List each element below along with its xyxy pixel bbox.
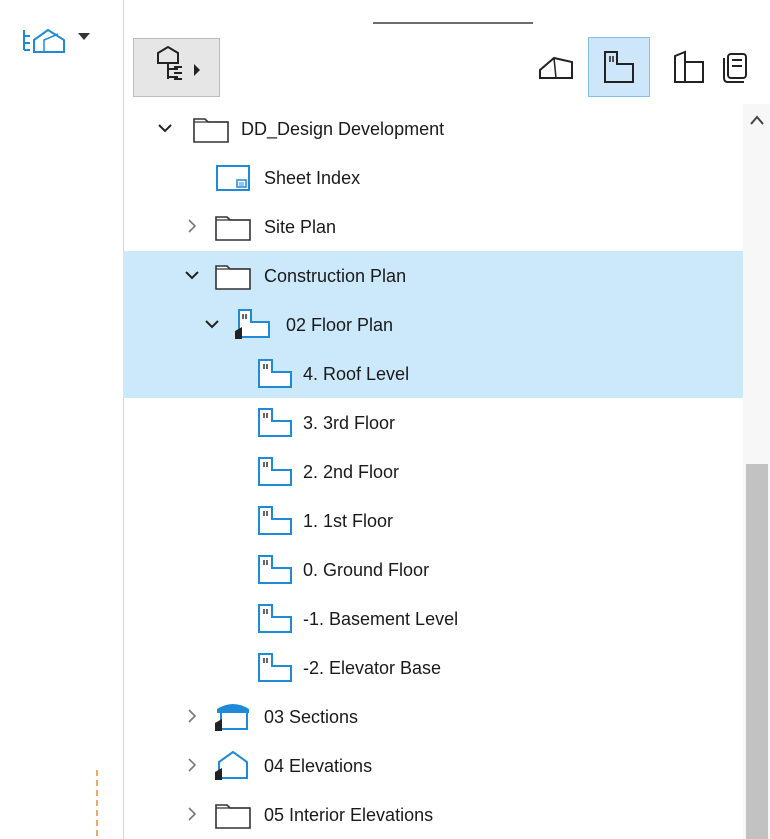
tree-item[interactable]: -1. Basement Level [123, 594, 743, 643]
tree-options-button[interactable] [133, 38, 220, 97]
chevron-down-icon[interactable] [183, 266, 201, 284]
floor-plan-icon [255, 503, 295, 537]
chevron-right-icon[interactable] [183, 217, 201, 235]
elevation-folder-icon [213, 748, 253, 782]
layout-book-view-button[interactable] [658, 37, 720, 97]
chevron-down-icon[interactable] [203, 315, 221, 333]
view-map-icon [604, 51, 634, 83]
folder-icon [213, 797, 253, 831]
tree-item-label: 2. 2nd Floor [303, 462, 400, 482]
tree-item[interactable]: 2. 2nd Floor [123, 447, 743, 496]
navigator-panel: DD_Design Development Sheet Index Site Pla… [123, 0, 770, 839]
scroll-up-arrow-icon[interactable] [749, 114, 765, 126]
left-sidebar [0, 0, 124, 839]
tree-item-label: 05 Interior Elevations [264, 805, 434, 825]
dropdown-arrow-icon [78, 33, 90, 40]
tree-item-label: Site Plan [264, 217, 337, 237]
section-folder-icon [213, 699, 253, 733]
tree-item[interactable]: 4. Roof Level [123, 349, 743, 398]
panel-drag-handle[interactable] [373, 22, 533, 24]
tree-item[interactable]: 3. 3rd Floor [123, 398, 743, 447]
tree-item-label: -2. Elevator Base [303, 658, 442, 678]
tree-item-label: 1. 1st Floor [303, 511, 394, 531]
chevron-right-icon[interactable] [183, 756, 201, 774]
tree-item-label: Sheet Index [264, 168, 361, 188]
tree-item[interactable]: Site Plan [123, 202, 743, 251]
publisher-sets-icon [723, 53, 747, 83]
project-map-icon [539, 56, 573, 79]
layout-book-icon [674, 50, 704, 83]
navigator-switch-button[interactable] [20, 22, 120, 62]
tree-item-label: DD_Design Development [241, 119, 445, 139]
sheet-index-icon [213, 160, 253, 194]
chevron-down-icon[interactable] [156, 119, 174, 137]
scrollbar-thumb[interactable] [746, 464, 768, 839]
tree-item[interactable]: Sheet Index [123, 153, 743, 202]
floor-plan-icon [255, 405, 295, 439]
tree-item[interactable]: 04 Elevations [123, 741, 743, 790]
chevron-right-icon[interactable] [183, 707, 201, 725]
splitter-grip[interactable] [96, 770, 108, 836]
floor-plan-icon [255, 552, 295, 586]
tree-item[interactable]: 02 Floor Plan [123, 300, 743, 349]
tree-item-label: 04 Elevations [264, 756, 373, 776]
tree-item[interactable]: -2. Elevator Base [123, 643, 743, 692]
tree-item-label: 02 Floor Plan [286, 315, 394, 335]
vertical-scrollbar[interactable] [743, 104, 770, 839]
floor-plan-folder-icon [233, 307, 273, 341]
tree-item-label: 4. Roof Level [303, 364, 410, 384]
view-map-view-button[interactable] [588, 37, 650, 97]
publisher-sets-view-button[interactable] [718, 37, 758, 97]
folder-icon [213, 209, 253, 243]
floor-plan-icon [255, 650, 295, 684]
folder-icon [213, 258, 253, 292]
tree-item[interactable]: DD_Design Development [123, 104, 743, 153]
floor-plan-icon [255, 601, 295, 635]
tree-item[interactable]: 1. 1st Floor [123, 496, 743, 545]
tree-item-label: Construction Plan [264, 266, 407, 286]
tree-options-icon [157, 45, 200, 80]
project-map-icon [23, 28, 65, 53]
project-tree: DD_Design Development Sheet Index Site Pla… [123, 104, 743, 839]
project-map-view-button[interactable] [525, 37, 587, 97]
tree-item[interactable]: Construction Plan [123, 251, 743, 300]
tree-item[interactable]: 03 Sections [123, 692, 743, 741]
tree-item-label: 03 Sections [264, 707, 359, 727]
folder-icon [191, 111, 231, 145]
tree-item[interactable]: 0. Ground Floor [123, 545, 743, 594]
floor-plan-icon [255, 454, 295, 488]
tree-item[interactable]: 05 Interior Elevations [123, 790, 743, 839]
tree-item-label: 3. 3rd Floor [303, 413, 396, 433]
floor-plan-icon [255, 356, 295, 390]
chevron-right-icon[interactable] [183, 805, 201, 823]
tree-item-label: -1. Basement Level [303, 609, 459, 629]
tree-item-label: 0. Ground Floor [303, 560, 430, 580]
